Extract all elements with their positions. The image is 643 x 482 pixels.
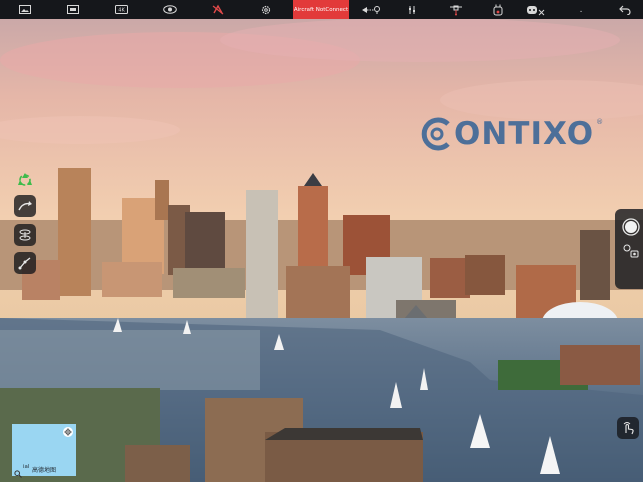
controller-disconnected-icon[interactable] [525,0,547,19]
shutter-button[interactable] [620,216,642,238]
gesture-control-button[interactable] [617,417,639,439]
map-mini-label: ial [23,464,30,470]
connection-status: Aircraft NotConnect [293,0,349,19]
brand-logo: ONTIXO ® [420,114,603,154]
takeoff-button[interactable] [14,195,36,217]
no-gps-icon[interactable] [209,0,227,19]
back-icon[interactable] [616,0,634,19]
top-toolbar: 4K Aircraft NotConnect . [0,0,643,19]
gallery-icon[interactable] [16,0,34,19]
brand-logo-text: ONTIXO [454,116,595,152]
svg-text:4K: 4K [118,8,125,14]
drone-icon[interactable] [447,0,465,19]
waypoint-mode-button[interactable] [14,252,36,274]
signal-icon: . [579,4,583,15]
map-provider-label: 高德地图 [32,467,57,474]
logo-mark-icon [421,117,450,151]
registered-mark: ® [596,118,604,126]
view-icon[interactable] [161,0,179,19]
route-icon[interactable] [358,0,384,19]
map-zoom-icon[interactable] [14,463,22,478]
camera-mode-switch-icon[interactable] [620,240,642,262]
recycle-icon[interactable] [14,168,36,190]
remote-controller-icon[interactable] [489,0,507,19]
return-home-button[interactable] [14,224,36,246]
settings-gear-icon[interactable] [258,0,274,19]
camera-feed-background [0,0,643,482]
video-resolution-icon[interactable]: 4K [112,0,130,19]
sliders-icon[interactable] [404,0,420,19]
camera-settings-icon[interactable] [64,0,82,19]
locate-icon[interactable] [63,427,73,437]
